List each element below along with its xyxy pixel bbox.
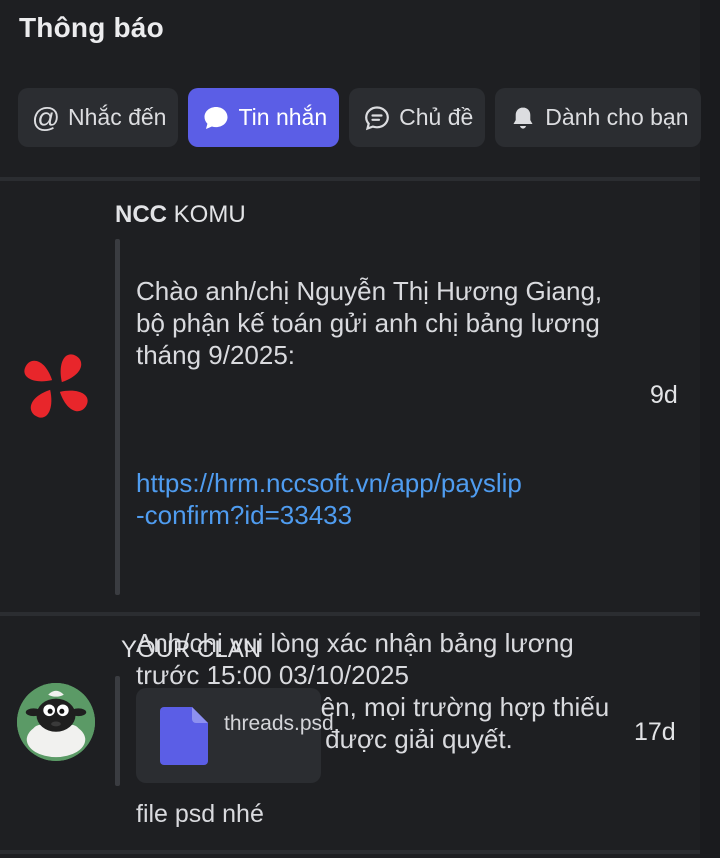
- tab-topics[interactable]: Chủ đề: [349, 88, 486, 147]
- page-title: Thông báo: [19, 12, 164, 43]
- quote-bar: [115, 239, 120, 595]
- tab-topics-label: Chủ đề: [399, 104, 474, 130]
- sheep-avatar-icon: [17, 683, 95, 761]
- divider: [0, 850, 700, 854]
- tab-for-you-label: Dành cho bạn: [545, 104, 689, 130]
- tab-messages-label: Tin nhắn: [238, 104, 328, 130]
- bell-icon: [509, 104, 537, 132]
- file-attachment[interactable]: threads.psd: [136, 688, 334, 783]
- file-name: threads.psd: [224, 712, 334, 735]
- notification-item[interactable]: NCC KOMU Chào anh/chị Nguyễn Thị Hương G…: [0, 181, 700, 754]
- at-icon: @: [31, 101, 61, 133]
- thread-icon: [363, 104, 391, 132]
- timestamp: 9d: [650, 381, 678, 409]
- quote-bar: [115, 676, 120, 786]
- chat-bubble-icon: [202, 104, 230, 132]
- tab-for-you[interactable]: Dành cho bạn: [495, 88, 701, 147]
- notifications-panel: Thông báo @ Nhắc đến Tin nhắn Chủ đề Dàn…: [0, 0, 720, 858]
- tab-messages[interactable]: Tin nhắn: [188, 88, 340, 147]
- notification-item[interactable]: YOUR CLAN threads.psd file psd nhé 17d: [0, 616, 700, 848]
- message-text: file psd nhé: [136, 800, 264, 828]
- payslip-link[interactable]: https://hrm.nccsoft.vn/app/payslip -conf…: [136, 467, 636, 531]
- timestamp: 17d: [634, 718, 676, 746]
- tab-mentions-label: Nhắc đến: [68, 104, 167, 130]
- sender-name: NCC KOMU: [115, 201, 246, 228]
- scrollbar-track[interactable]: [700, 0, 720, 858]
- notification-tabs: @ Nhắc đến Tin nhắn Chủ đề Dành cho bạn: [18, 88, 701, 147]
- tab-mentions[interactable]: @ Nhắc đến: [18, 88, 179, 147]
- ncc-logo-icon: [17, 347, 95, 425]
- file-icon: [160, 707, 208, 765]
- sender-name: YOUR CLAN: [121, 636, 262, 663]
